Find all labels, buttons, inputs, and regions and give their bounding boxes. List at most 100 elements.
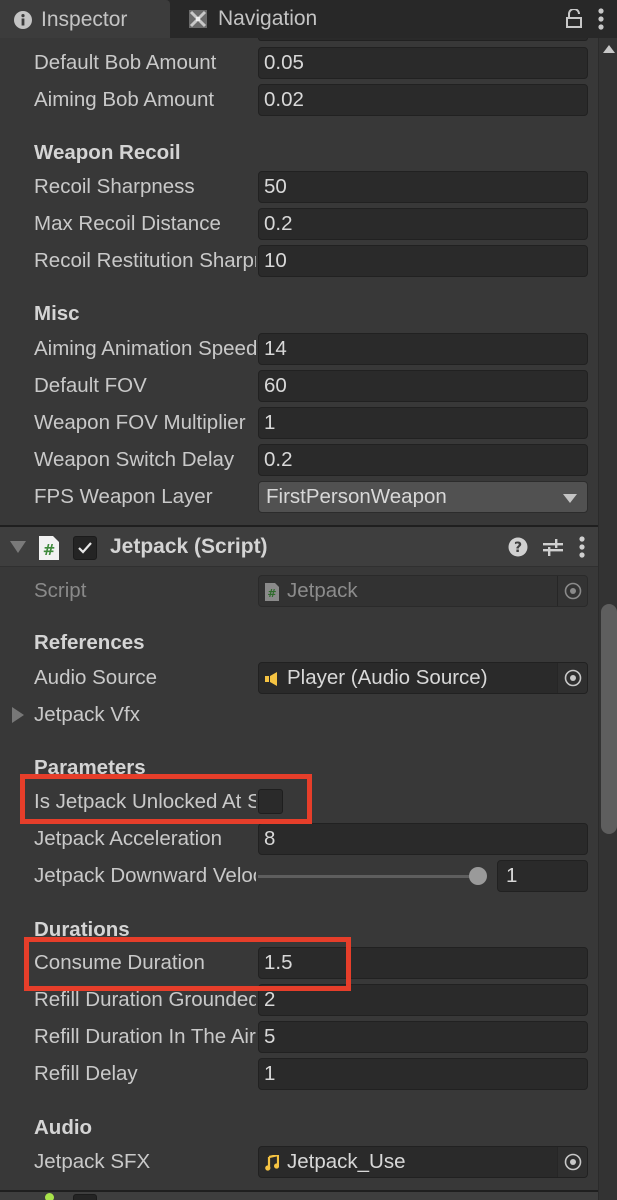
field-row: Jetpack Acceleration 8 <box>0 820 598 857</box>
jetpack-sfx-row: Jetpack SFX Jetpack_Use <box>0 1143 598 1180</box>
component-title: Jetpack (Script) <box>110 535 268 558</box>
dropdown-value: FirstPersonWeapon <box>266 485 447 508</box>
default-bob-amount-input[interactable]: 0.05 <box>258 47 588 79</box>
field-label: Default Bob Amount <box>34 51 217 74</box>
aiming-bob-amount-input[interactable]: 0.02 <box>258 84 588 116</box>
tab-inspector-label: Inspector <box>41 7 128 31</box>
field-label: Aiming Bob Amount <box>34 88 215 111</box>
recoil-restitution-sharpness-input[interactable]: 10 <box>258 245 588 277</box>
weapon-fov-multiplier-input[interactable]: 1 <box>258 407 588 439</box>
field-row: Refill Duration Grounded 2 <box>0 981 598 1018</box>
cs-script-icon: # <box>38 535 60 566</box>
field-label: Refill Duration Grounded <box>34 988 256 1011</box>
component-menu-icon[interactable] <box>578 536 586 563</box>
field-row: Recoil Restitution Sharpness 10 <box>0 242 598 279</box>
component-icon <box>45 1193 54 1200</box>
aiming-animation-speed-input[interactable]: 14 <box>258 333 588 365</box>
tab-inspector[interactable]: Inspector <box>0 0 170 38</box>
jetpack-unlocked-row: Is Jetpack Unlocked At Start <box>0 783 598 820</box>
field-label: Jetpack Acceleration <box>34 827 223 850</box>
section-header-references: References <box>34 631 145 654</box>
tab-actions <box>565 0 617 38</box>
field-label: Is Jetpack Unlocked At Start <box>34 790 256 813</box>
field-label: Refill Duration In The Air <box>34 1025 256 1048</box>
fps-weapon-layer-dropdown[interactable]: FirstPersonWeapon <box>258 481 588 513</box>
foldout-arrow-icon[interactable] <box>12 707 24 723</box>
field-label: Weapon FOV Multiplier <box>34 411 246 434</box>
foldout-arrow-icon[interactable] <box>10 541 26 553</box>
section-header-durations: Durations <box>34 918 130 941</box>
scrollbar-thumb[interactable] <box>601 604 617 834</box>
weapon-switch-delay-input[interactable]: 0.2 <box>258 444 588 476</box>
component-header-next[interactable] <box>0 1190 598 1200</box>
audio-source-field[interactable]: Player (Audio Source) <box>258 662 588 694</box>
refill-delay-input[interactable]: 1 <box>258 1058 588 1090</box>
default-fov-input[interactable]: 60 <box>258 370 588 402</box>
vertical-scrollbar[interactable] <box>598 38 617 1200</box>
consume-duration-input[interactable]: 1.5 <box>258 947 588 979</box>
downward-velocity-input[interactable]: 1 <box>497 860 588 892</box>
field-row: Default Bob Amount 0.05 <box>0 44 598 81</box>
section-header-parameters: Parameters <box>34 756 146 779</box>
component-enabled-checkbox[interactable] <box>73 1194 97 1200</box>
field-label: Aiming Animation Speed <box>34 337 256 360</box>
field-label: Jetpack Vfx <box>34 703 140 726</box>
dropdown-arrow-icon <box>563 494 577 503</box>
audio-source-row: Audio Source Player (Audio Source) <box>0 659 598 696</box>
refill-duration-grounded-input[interactable]: 2 <box>258 984 588 1016</box>
tab-bar: Inspector Navigation <box>0 0 617 38</box>
field-row: Default FOV 60 <box>0 367 598 404</box>
object-picker-icon[interactable] <box>557 1147 587 1177</box>
field-row: Jetpack Downward Velocity Cancelling Fac… <box>0 857 598 894</box>
section-header-audio: Audio <box>34 1116 93 1139</box>
script-value: Jetpack <box>287 579 358 602</box>
jetpack-vfx-foldout[interactable]: Jetpack Vfx <box>0 696 598 733</box>
refill-duration-air-input[interactable]: 5 <box>258 1021 588 1053</box>
tab-navigation[interactable]: Navigation <box>185 0 317 38</box>
section-header-misc: Misc <box>34 302 80 325</box>
script-field: # Jetpack <box>258 575 588 607</box>
field-row: Aiming Bob Amount 0.02 <box>0 81 598 118</box>
jetpack-sfx-field[interactable]: Jetpack_Use <box>258 1146 588 1178</box>
presets-icon[interactable] <box>542 537 564 562</box>
object-picker-icon <box>557 576 587 606</box>
field-label: Script <box>34 579 87 602</box>
navigation-icon <box>188 9 208 29</box>
field-label: Refill Delay <box>34 1062 138 1085</box>
scroll-up-arrow-icon[interactable] <box>603 45 615 53</box>
field-label: Audio Source <box>34 666 158 689</box>
audio-source-icon <box>265 671 279 687</box>
object-picker-icon[interactable] <box>557 663 587 693</box>
jetpack-acceleration-input[interactable]: 8 <box>258 823 588 855</box>
field-label: Jetpack SFX <box>34 1150 151 1173</box>
field-row: Weapon Switch Delay 0.2 <box>0 441 598 478</box>
svg-text:#: # <box>267 587 276 600</box>
field-row: Refill Duration In The Air 5 <box>0 1018 598 1055</box>
component-actions: ? <box>508 536 586 563</box>
field-label: Weapon Switch Delay <box>34 448 235 471</box>
svg-text:#: # <box>43 541 56 559</box>
component-header-jetpack[interactable]: # Jetpack (Script) ? <box>0 525 598 567</box>
kebab-menu-icon[interactable] <box>597 8 605 30</box>
component-enabled-checkbox[interactable] <box>73 536 97 560</box>
lock-open-icon[interactable] <box>565 9 583 29</box>
max-recoil-distance-input[interactable]: 0.2 <box>258 208 588 240</box>
section-header-weapon-recoil: Weapon Recoil <box>34 141 181 164</box>
info-icon <box>13 10 33 30</box>
field-row: Weapon FOV Multiplier 1 <box>0 404 598 441</box>
audio-source-value: Player (Audio Source) <box>287 666 488 689</box>
field-label: Max Recoil Distance <box>34 212 221 235</box>
field-label: FPS Weapon Layer <box>34 485 213 508</box>
field-label: Default FOV <box>34 374 147 397</box>
field-label: Recoil Restitution Sharpness <box>34 249 256 272</box>
help-icon[interactable]: ? <box>508 537 528 562</box>
field-row: FPS Weapon Layer FirstPersonWeapon <box>0 478 598 515</box>
jetpack-unlocked-checkbox[interactable] <box>258 789 283 814</box>
field-row: Max Recoil Distance 0.2 <box>0 205 598 242</box>
slider-track[interactable] <box>258 875 480 878</box>
field-label: Recoil Sharpness <box>34 175 195 198</box>
slider-thumb[interactable] <box>469 867 487 885</box>
recoil-sharpness-input[interactable]: 50 <box>258 171 588 203</box>
field-row: Refill Delay 1 <box>0 1055 598 1092</box>
svg-text:?: ? <box>514 540 522 556</box>
